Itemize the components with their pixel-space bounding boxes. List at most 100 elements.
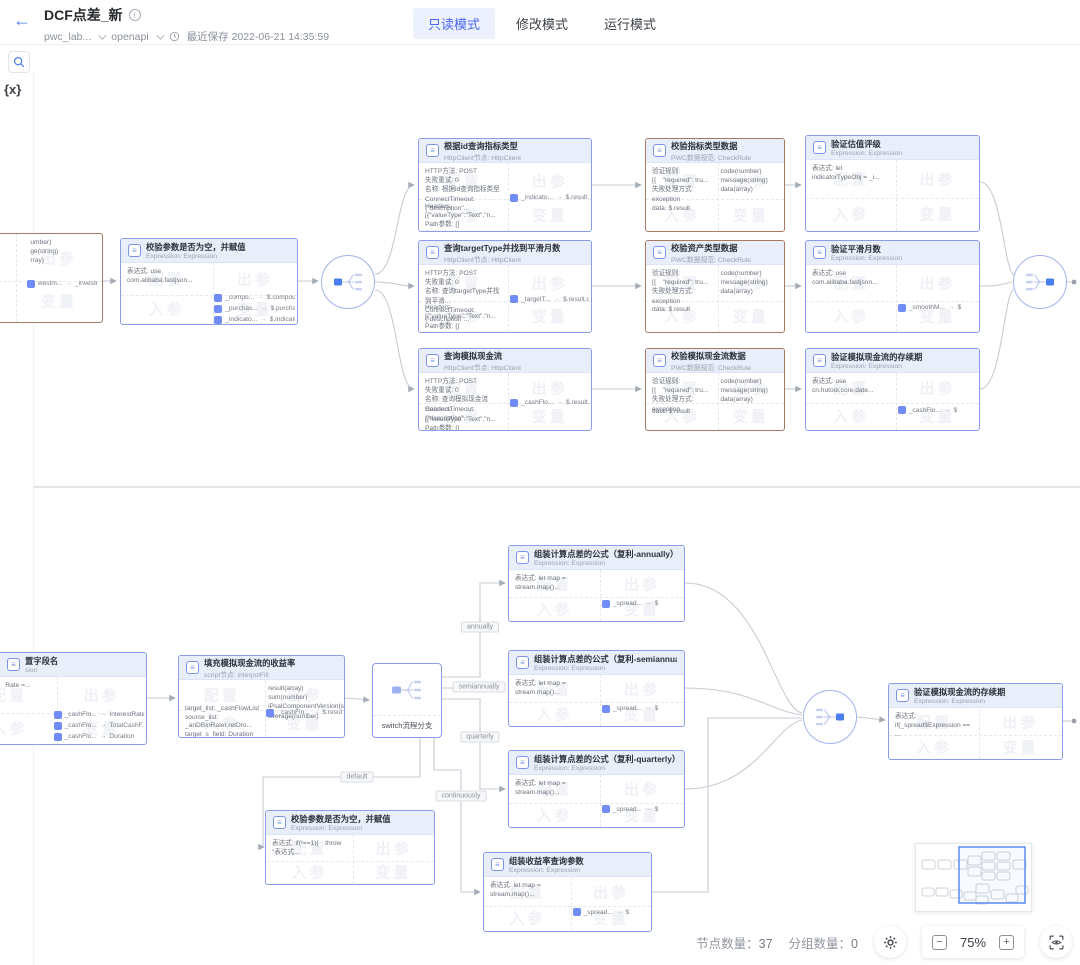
node-partial-bottom[interactable]: ≡置字段名sion配置出参入参变量Rate =..._cashFlo...→In… (0, 652, 147, 745)
arrow-glyph: → (948, 304, 955, 311)
minimap[interactable] (915, 843, 1032, 912)
node-subtitle: HttpClient节点: HttpClient (444, 152, 521, 162)
arrow-glyph: → (645, 806, 652, 813)
node-header: ≡校验资产类型数据PWC数据规范: CheckRule (646, 241, 784, 265)
config-line: ge(string) (30, 247, 98, 256)
zoom-out-button[interactable]: − (932, 935, 947, 950)
config-line: 验证规则: [{ "required": tru... (652, 167, 715, 185)
node-verify-duration-bottom[interactable]: ≡验证模拟现金流的存续期Expression: Expression配置出参入参… (888, 683, 1063, 760)
fit-view-button[interactable] (1040, 926, 1072, 958)
watermark-input: 入参 (292, 862, 328, 883)
node-body: 配置出参入参变量表达式: if(!==1){ throw "表达式... (266, 835, 434, 884)
flow-canvas[interactable]: {x} 配置出参入参变量umber)ge(string)rray)westm..… (0, 70, 1080, 965)
arrow-glyph: → (100, 722, 107, 729)
node-subtitle: script节点: interpolFill (204, 669, 295, 679)
param-rows: _spread...→$ (602, 805, 682, 816)
node-check-cashflow[interactable]: ≡校验模拟现金流数据PWC数据规范: CheckRule配置出参入参变量验证规则… (645, 348, 785, 431)
settings-button[interactable] (874, 926, 906, 958)
tab-edit-mode[interactable]: 修改模式 (501, 8, 583, 39)
arrow-glyph: → (944, 407, 951, 414)
info-icon[interactable]: i (129, 9, 141, 21)
watermark-variable: 变量 (376, 862, 412, 883)
node-partial-top[interactable]: 配置出参入参变量umber)ge(string)rray)westm...→_i… (0, 233, 103, 323)
join-connector-bottom[interactable] (803, 690, 857, 744)
param-row: _indicato...→$.result.data (510, 194, 589, 202)
node-header: ≡置字段名sion (0, 653, 146, 677)
node-title: 置字段名 (25, 655, 58, 667)
config-line: message(string) (721, 278, 781, 287)
config-line: 表达式: let indicatorTypeObj = _i... (812, 164, 893, 182)
node-http-indicator[interactable]: ≡根据id查询指标类型HttpClient节点: HttpClient配置出参入… (418, 138, 592, 232)
fork-connector[interactable] (321, 255, 375, 309)
node-body: 配置出参入参变量表达式: use com.alibaba.fastjson...… (121, 263, 297, 324)
config-line: Headers: [{"valueType":"Text","n... (425, 202, 505, 220)
param-tag-icon (214, 316, 222, 324)
node-title: 填充模拟现金流的收益率 (204, 657, 295, 669)
node-fill-yield[interactable]: ≡填充模拟现金流的收益率script节点: interpolFill配置出参入参… (178, 655, 345, 738)
node-verify-duration-top[interactable]: ≡验证模拟现金流的存续期Expression: Expression配置出参入参… (805, 348, 980, 431)
node-http-target[interactable]: ≡查询targetType并找到平滑月数HttpClient节点: HttpCl… (418, 240, 592, 333)
node-type-icon: ≡ (653, 246, 666, 259)
config-line: data: $.result (652, 407, 715, 416)
tab-run-mode[interactable]: 运行模式 (589, 8, 671, 39)
param-row: _cashFlo...→TotalCashF... (54, 722, 145, 730)
page-title: DCF点差_新 (44, 5, 123, 25)
workspace-select[interactable]: pwc_lab... (44, 31, 91, 43)
node-formula-semiannually[interactable]: ≡组装计算点差的公式（复利-semiannually）Expression: E… (508, 650, 685, 727)
node-check-params-bottom[interactable]: ≡校验参数是否为空，并赋值Expression: Expression配置出参入… (265, 810, 435, 885)
node-subtitle: Expression: Expression (831, 363, 922, 370)
config-line: Authorization: [{"name":"authTyp... (425, 331, 505, 332)
param-row: _targetT...→$.result.data (510, 295, 589, 303)
watermark-variable: 变量 (733, 204, 769, 225)
watermark-input: 入参 (536, 598, 572, 619)
param-tag-icon (602, 600, 610, 608)
join-connector-top[interactable] (1013, 255, 1067, 309)
node-config-text: code(number)message(string)data(array) (721, 377, 781, 405)
minimap-viewport[interactable] (959, 847, 1025, 903)
tab-readonly-mode[interactable]: 只读模式 (413, 8, 495, 39)
edge-label: default (340, 772, 373, 783)
node-type-icon: ≡ (128, 244, 141, 257)
node-verify-smooth[interactable]: ≡验证平滑月数Expression: Expression配置出参入参变量表达式… (805, 240, 980, 333)
node-subtitle: Expression: Expression (534, 765, 677, 772)
zoom-level: 75% (958, 935, 988, 950)
back-arrow-icon[interactable]: ← (13, 11, 31, 29)
node-body: 配置出参入参变量表达式: use cn.hutool.core.date..._… (806, 373, 979, 430)
arrow-glyph: → (553, 296, 560, 303)
node-verify-rating[interactable]: ≡验证估值评级Expression: Expression配置出参入参变量表达式… (805, 135, 980, 232)
node-http-cashflow[interactable]: ≡查询模拟现金流HttpClient节点: HttpClient配置出参入参变量… (418, 348, 592, 431)
variables-symbol[interactable]: {x} (4, 82, 21, 97)
config-line: 验证规则: [{ "required": tru... (652, 377, 715, 395)
config-line: data(array) (721, 185, 781, 194)
watermark-input: 入参 (509, 908, 545, 929)
param-value: $.result.dat... (566, 399, 589, 406)
watermark-variable: 变量 (733, 305, 769, 326)
canvas-gutter-line (33, 70, 34, 965)
zoom-in-button[interactable]: + (999, 935, 1014, 950)
node-check-asset[interactable]: ≡校验资产类型数据PWC数据规范: CheckRule配置出参入参变量验证规则:… (645, 240, 785, 333)
param-value: $.result.data (563, 296, 589, 303)
search-button[interactable] (8, 51, 30, 73)
config-line: 表达式: let map = stream.map()... (515, 779, 597, 797)
node-check-indicator[interactable]: ≡校验指标类型数据PWC数据规范: CheckRule配置出参入参变量验证规则:… (645, 138, 785, 232)
node-yield-params[interactable]: ≡组装收益率查询参数Expression: Expression配置出参入参变量… (483, 852, 652, 932)
node-config-text: Rate =... (5, 681, 46, 690)
watermark-input: 入参 (536, 804, 572, 825)
node-formula-quarterly[interactable]: ≡组装计算点差的公式（复利-quarterly）Expression: Expr… (508, 750, 685, 828)
node-formula-annually[interactable]: ≡组装计算点差的公式（复利-annually）Expression: Expre… (508, 545, 685, 622)
node-type-icon: ≡ (186, 661, 199, 674)
param-rows: _spread...→$ (602, 705, 682, 716)
config-line: target_list: _cashFlowList (185, 705, 262, 714)
node-config-text: 表达式: let indicatorTypeObj = _i... (812, 164, 893, 182)
node-header: ≡组装计算点差的公式（复利-annually）Expression: Expre… (509, 546, 684, 570)
config-line: 失败处理方式: exception (652, 185, 715, 203)
config-line: umber) (30, 238, 98, 247)
node-check-params-top[interactable]: ≡校验参数是否为空，并赋值Expression: Expression配置出参入… (120, 238, 298, 325)
param-row: westm...→_investm... (27, 280, 99, 288)
watermark-output: 出参 (532, 273, 568, 294)
gear-icon (883, 935, 898, 950)
node-switch[interactable]: switch流程分支 (372, 663, 442, 738)
param-value: $.purchase... (270, 305, 295, 312)
status-bar: 节点数量：37 分组数量：0 − 75% + (696, 926, 1072, 958)
api-select[interactable]: openapi (111, 31, 148, 43)
